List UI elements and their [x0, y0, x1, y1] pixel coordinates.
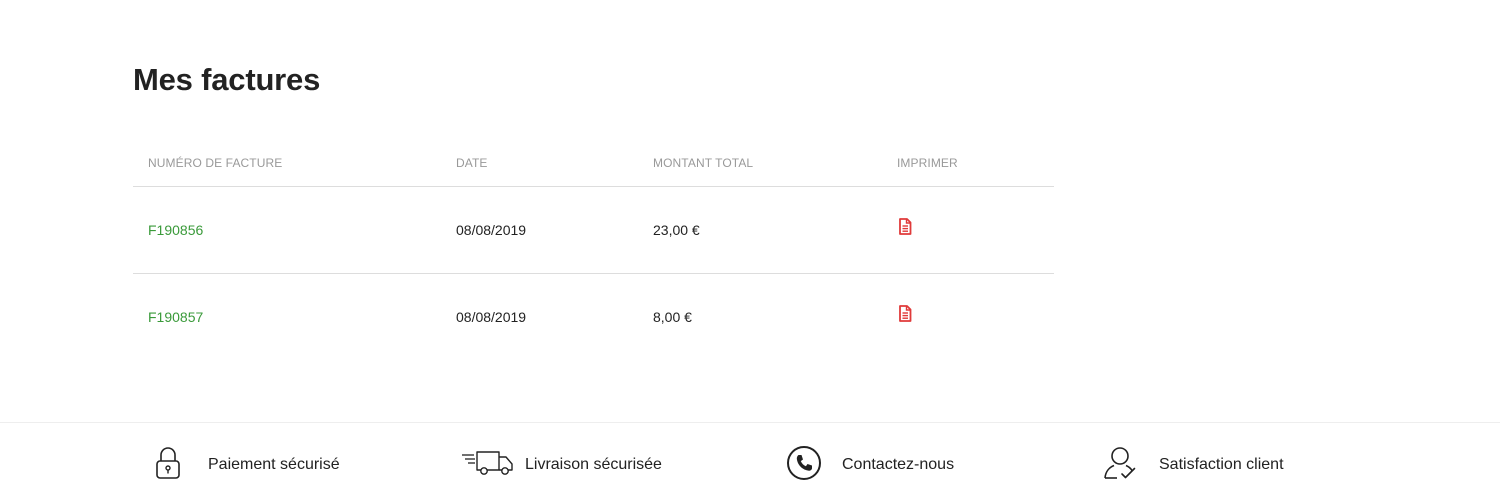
invoice-total: 8,00 € [653, 308, 692, 325]
feature-customer-satisfaction: Satisfaction client [1103, 445, 1284, 486]
feature-label: Livraison sécurisée [525, 456, 662, 473]
document-icon[interactable] [897, 304, 913, 322]
column-header-total: MONTANT TOTAL [653, 156, 754, 170]
invoice-number-link[interactable]: F190857 [148, 309, 203, 325]
print-cell [882, 304, 1054, 327]
feature-label: Satisfaction client [1159, 456, 1284, 473]
invoices-table: NUMÉRO DE FACTURE DATE MONTANT TOTAL IMP… [133, 140, 1054, 359]
print-cell [882, 218, 1054, 240]
feature-secure-payment: Paiement sécurisé [153, 446, 340, 485]
delivery-truck-icon [461, 450, 515, 481]
invoice-number-cell: F190856 [133, 222, 440, 238]
padlock-icon [153, 446, 183, 485]
feature-secure-delivery: Livraison sécurisée [461, 447, 662, 483]
table-row: F190856 08/08/2019 23,00 € [133, 187, 1054, 273]
reassurance-footer: Paiement sécurisé Livraison sécurisée Co… [0, 422, 1500, 500]
feature-contact-us: Contactez-nous [786, 445, 955, 486]
column-header-invoice-number: NUMÉRO DE FACTURE [148, 156, 283, 170]
invoice-date: 08/08/2019 [456, 308, 527, 325]
invoice-date: 08/08/2019 [456, 222, 527, 238]
invoice-number-link[interactable]: F190856 [148, 222, 203, 238]
phone-icon [786, 445, 822, 486]
table-header: NUMÉRO DE FACTURE DATE MONTANT TOTAL IMP… [133, 140, 1054, 187]
invoice-number-cell: F190857 [133, 309, 440, 325]
user-check-icon [1103, 445, 1137, 486]
feature-label: Paiement sécurisé [208, 456, 340, 473]
table-row: F190857 08/08/2019 8,00 € [133, 273, 1054, 359]
column-header-print: IMPRIMER [897, 156, 958, 170]
document-icon[interactable] [897, 218, 913, 235]
invoice-total: 23,00 € [653, 222, 700, 238]
page-title: Mes factures [133, 62, 321, 97]
feature-label: Contactez-nous [842, 456, 955, 473]
column-header-date: DATE [456, 156, 488, 170]
